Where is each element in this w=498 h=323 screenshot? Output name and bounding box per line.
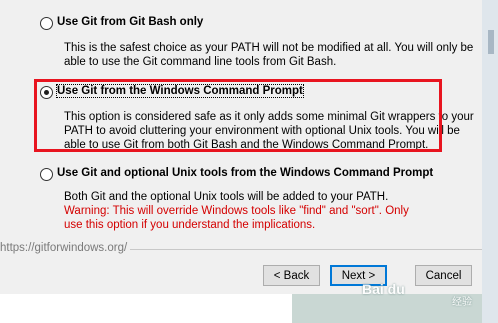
next-button-label: Next > [341, 269, 376, 282]
option-label[interactable]: Use Git from Git Bash only [57, 16, 203, 28]
watermark-brand: Bai du [362, 281, 405, 297]
warning-line: Warning: This will override Windows tool… [64, 205, 409, 217]
separator [130, 249, 482, 250]
cancel-button-label: Cancel [425, 269, 462, 282]
description-line: able to use the Git command line tools f… [64, 56, 337, 68]
option-label[interactable]: Use Git and optional Unix tools from the… [57, 167, 433, 179]
warning-line: use this option if you understand the im… [64, 219, 316, 231]
option-description: This is the safest choice as your PATH w… [64, 41, 474, 69]
website-link[interactable]: https://gitforwindows.org/ [0, 242, 127, 254]
background-window-edge [482, 0, 498, 323]
description-line: This is the safest choice as your PATH w… [64, 42, 474, 54]
scroll-handle [488, 30, 494, 54]
radio-button[interactable] [40, 168, 53, 181]
option-description: Both Git and the optional Unix tools wil… [64, 190, 454, 232]
back-button[interactable]: < Back [263, 265, 320, 286]
radio-button[interactable] [40, 17, 53, 30]
highlight-box [34, 79, 442, 152]
watermark: Bai du 经验 [362, 282, 480, 318]
watermark-sub: 经验 [452, 297, 472, 308]
back-button-label: < Back [273, 269, 310, 282]
description-line: Both Git and the optional Unix tools wil… [64, 191, 389, 203]
